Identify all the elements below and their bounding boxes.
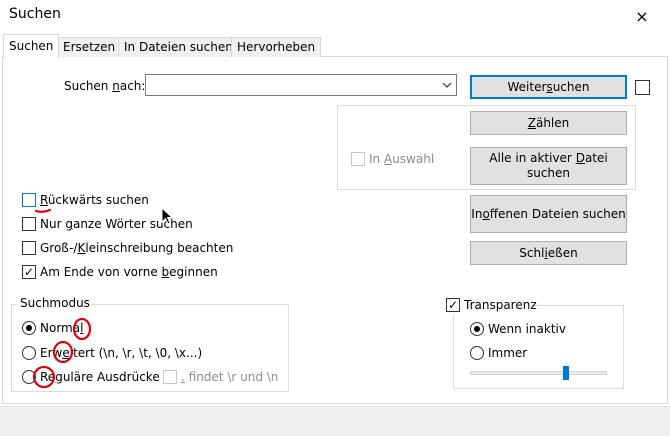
annotation-overlay bbox=[32, 208, 92, 389]
underline-annotation-r bbox=[34, 208, 52, 213]
tab-suchen[interactable]: Suchen bbox=[3, 34, 60, 58]
circle-annotation-extended-e bbox=[52, 340, 74, 364]
circle-annotation-normal-l bbox=[72, 317, 92, 341]
circle-annotation-regex-g bbox=[32, 365, 56, 389]
